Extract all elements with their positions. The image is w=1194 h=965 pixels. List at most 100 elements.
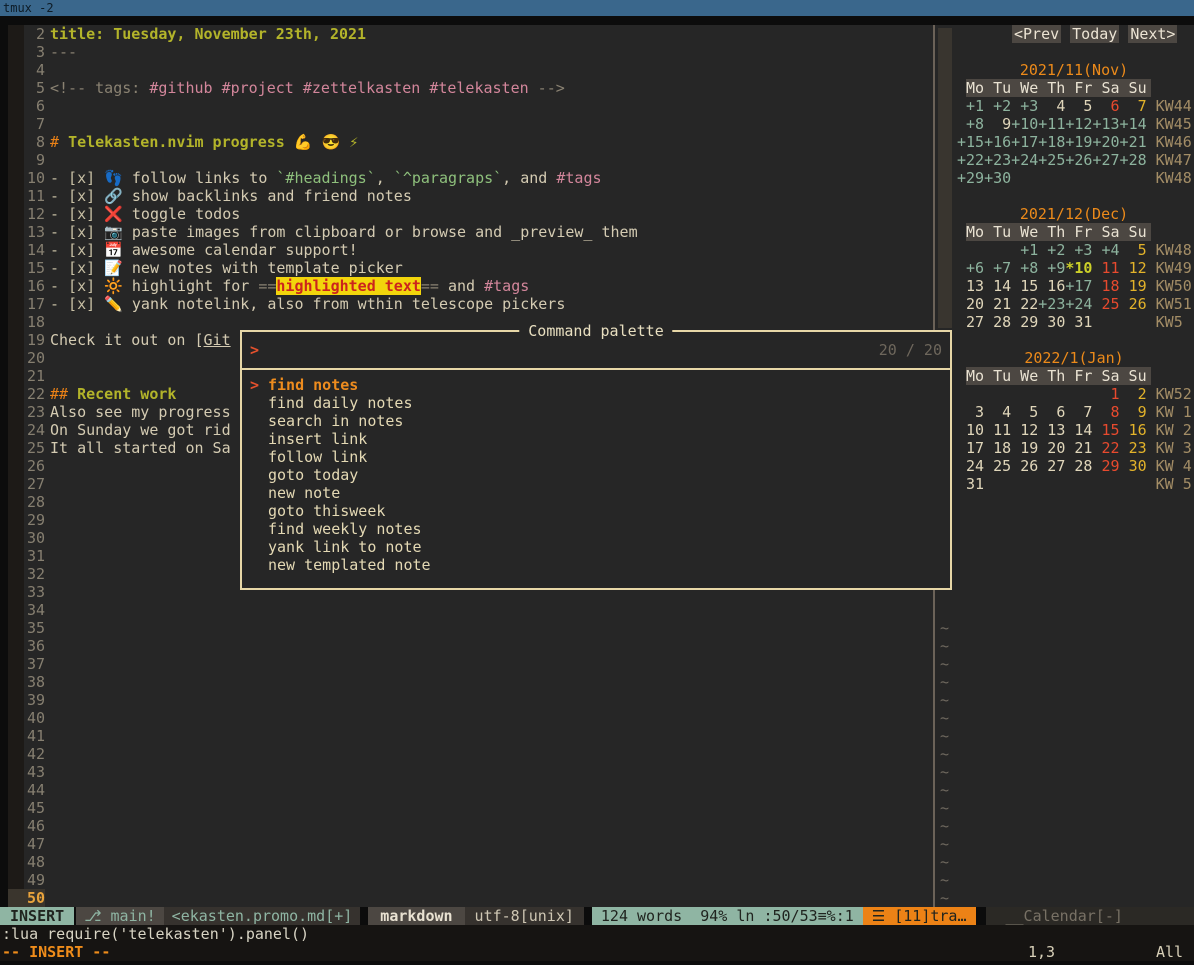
calendar-days-run[interactable]: +6 +7 +8 +9 [957,259,1065,277]
editor-line[interactable]: 15- [x] 📝 new notes with template picker [8,259,932,277]
editor-line[interactable]: 40 [8,709,932,727]
calendar-days-run[interactable]: 31 [957,475,1147,493]
editor-line[interactable]: 2title: Tuesday, November 23th, 2021 [8,25,932,43]
editor-line[interactable]: 36 [8,637,932,655]
editor-line[interactable]: 35 [8,619,932,637]
calendar-days[interactable]: +8 9+10+11+12+13+14 [957,115,1147,133]
calendar-days[interactable]: +22+23+24+25+26+27+28 [957,151,1147,169]
calendar-days-run[interactable]: 13 14 15 16 [957,277,1065,295]
editor-line[interactable]: 47 [8,835,932,853]
calendar-days-run[interactable]: 8 [1092,403,1119,421]
calendar-days[interactable]: 31 [957,475,1147,493]
calendar-days[interactable]: +29+30 [957,169,1147,187]
editor-line[interactable]: 46 [8,817,932,835]
calendar-days[interactable]: 20 21 22+23+24 25 26 [957,295,1147,313]
calendar-days-run[interactable]: *10 [1065,259,1092,277]
calendar-days-run[interactable]: +23+24 [1038,295,1092,313]
calendar-days[interactable]: +1 +2 +3 +4 5 [957,241,1147,259]
calendar-days-run[interactable]: 24 25 26 27 28 [957,457,1092,475]
editor-line[interactable]: 38 [8,673,932,691]
calendar-days-run[interactable]: 22 [1092,439,1119,457]
calendar-days-run[interactable]: 25 [1092,295,1119,313]
calendar-days[interactable]: 10 11 12 13 14 15 16 [957,421,1147,439]
calendar-days-run[interactable]: 19 [1120,277,1147,295]
palette-item[interactable]: goto today [250,466,950,484]
editor-line[interactable]: 44 [8,781,932,799]
calendar-days[interactable]: 1 2 [957,385,1147,403]
editor-line[interactable]: 45 [8,799,932,817]
editor-line[interactable]: 7 [8,115,932,133]
calendar-days-run[interactable]: +29+30 [957,169,1147,187]
calendar-days-run[interactable]: 27 28 29 30 31 [957,313,1147,331]
calendar-days-run[interactable]: 16 [1120,421,1147,439]
editor-line[interactable]: 48 [8,853,932,871]
calendar-days-run[interactable] [957,385,1092,403]
editor-line[interactable]: 9 [8,151,932,169]
calendar-days-run[interactable]: 15 [1092,421,1119,439]
editor-line[interactable]: 37 [8,655,932,673]
calendar-days-run[interactable]: 20 21 22 [957,295,1038,313]
editor-line[interactable]: 12- [x] ❌ toggle todos [8,205,932,223]
palette-item[interactable]: new note [250,484,950,502]
calendar-days[interactable]: +6 +7 +8 +9*10 11 12 [957,259,1147,277]
calendar-days-run[interactable]: 6 [1092,97,1119,115]
editor-line[interactable]: 18 [8,313,932,331]
calendar-days[interactable]: 13 14 15 16+17 18 19 [957,277,1147,295]
editor-line[interactable]: 5<!-- tags: #github #project #zettelkast… [8,79,932,97]
calendar-days-run[interactable]: 9 [984,115,1011,133]
palette-item[interactable]: insert link [250,430,950,448]
calendar-days-run[interactable]: 7 [1120,97,1147,115]
editor-line[interactable]: 14- [x] 📅 awesome calendar support! [8,241,932,259]
calendar-days-run[interactable]: 30 [1120,457,1147,475]
calendar-days-run[interactable]: 18 [1092,277,1119,295]
editor-line[interactable]: 11- [x] 🔗 show backlinks and friend note… [8,187,932,205]
calendar-days-run[interactable]: 11 [1092,259,1119,277]
calendar-days-run[interactable]: 10 11 12 13 14 [957,421,1092,439]
editor-line[interactable]: 34 [8,601,932,619]
calendar-days-run[interactable]: 23 [1120,439,1147,457]
editor-line[interactable]: 13- [x] 📷 paste images from clipboard or… [8,223,932,241]
calendar-days-run[interactable]: 5 [1120,241,1147,259]
editor-line[interactable]: 39 [8,691,932,709]
calendar-days-run[interactable]: 9 [1120,403,1147,421]
calendar-days-run[interactable]: +8 [957,115,984,133]
calendar-days[interactable]: 3 4 5 6 7 8 9 [957,403,1147,421]
calendar-days[interactable]: +15+16+17+18+19+20+21 [957,133,1147,151]
calendar-window[interactable]: <Prev Today Next> 2021/11(Nov)Mo Tu We T… [940,25,1194,907]
editor-line[interactable]: 10- [x] 👣 follow links to `#headings`, `… [8,169,932,187]
editor-line[interactable]: 8# Telekasten.nvim progress 💪 😎 ⚡ [8,133,932,151]
calendar-days-run[interactable]: +15+16+17+18+19+20+21 [957,133,1147,151]
command-line[interactable]: :lua require('telekasten').panel() [0,925,1194,943]
calendar-days-run[interactable]: 1 [1092,385,1119,403]
editor-line[interactable]: 41 [8,727,932,745]
calendar-days-run[interactable]: 17 18 19 20 21 [957,439,1092,457]
editor-line[interactable]: 17- [x] ✏️ yank notelink, also from wthi… [8,295,932,313]
palette-item[interactable]: goto thisweek [250,502,950,520]
calendar-days-run[interactable]: 26 [1120,295,1147,313]
palette-item[interactable]: yank link to note [250,538,950,556]
editor-line[interactable]: 50 [8,889,932,907]
editor-line[interactable]: 4 [8,61,932,79]
editor-line[interactable]: 6 [8,97,932,115]
calendar-days-run[interactable]: +1 +2 +3 [957,97,1038,115]
calendar-days-run[interactable]: +22+23+24+25+26+27+28 [957,151,1147,169]
calendar-days[interactable]: 17 18 19 20 21 22 23 [957,439,1147,457]
calendar-days-run[interactable]: +17 [1065,277,1092,295]
editor-line[interactable]: 49 [8,871,932,889]
calendar-days[interactable]: +1 +2 +3 4 5 6 7 [957,97,1147,115]
palette-item[interactable]: find weekly notes [250,520,950,538]
palette-item[interactable]: search in notes [250,412,950,430]
palette-item[interactable]: find daily notes [250,394,950,412]
palette-item[interactable]: follow link [250,448,950,466]
editor-line[interactable]: 43 [8,763,932,781]
calendar-days-run[interactable]: 29 [1092,457,1119,475]
calendar-days[interactable]: 27 28 29 30 31 [957,313,1147,331]
calendar-days-run[interactable]: 2 [1120,385,1147,403]
editor-line[interactable]: 16- [x] 🔆 highlight for ==highlighted te… [8,277,932,295]
calendar-days-run[interactable]: +1 +2 +3 +4 [957,241,1120,259]
editor-line[interactable]: 3--- [8,43,932,61]
calendar-days-run[interactable]: +10+11+12+13+14 [1011,115,1146,133]
palette-item[interactable]: new templated note [250,556,950,574]
calendar-days-run[interactable]: 4 5 [1038,97,1092,115]
editor-line[interactable]: 42 [8,745,932,763]
